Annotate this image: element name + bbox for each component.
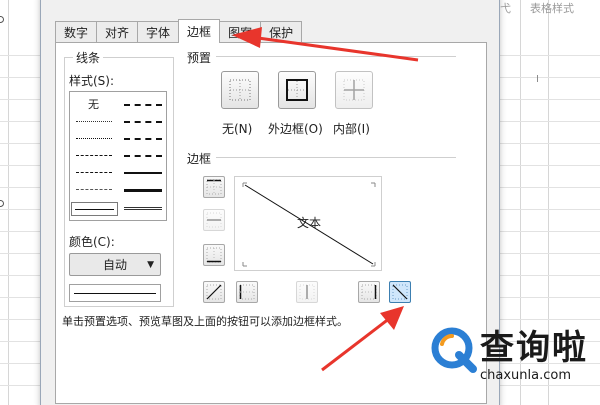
tab-border[interactable]: 边框 [178,19,221,43]
watermark-brand-cn: 查询啦 [480,328,588,368]
arrow-to-border-tab [232,27,419,62]
watermark-brand-en: chaxunla.com [480,368,571,383]
chaxunla-watermark: 查询啦 chaxunla.com [428,318,596,392]
arrow-to-diagonal-button [321,306,404,372]
chaxunla-logo-icon [431,327,477,373]
